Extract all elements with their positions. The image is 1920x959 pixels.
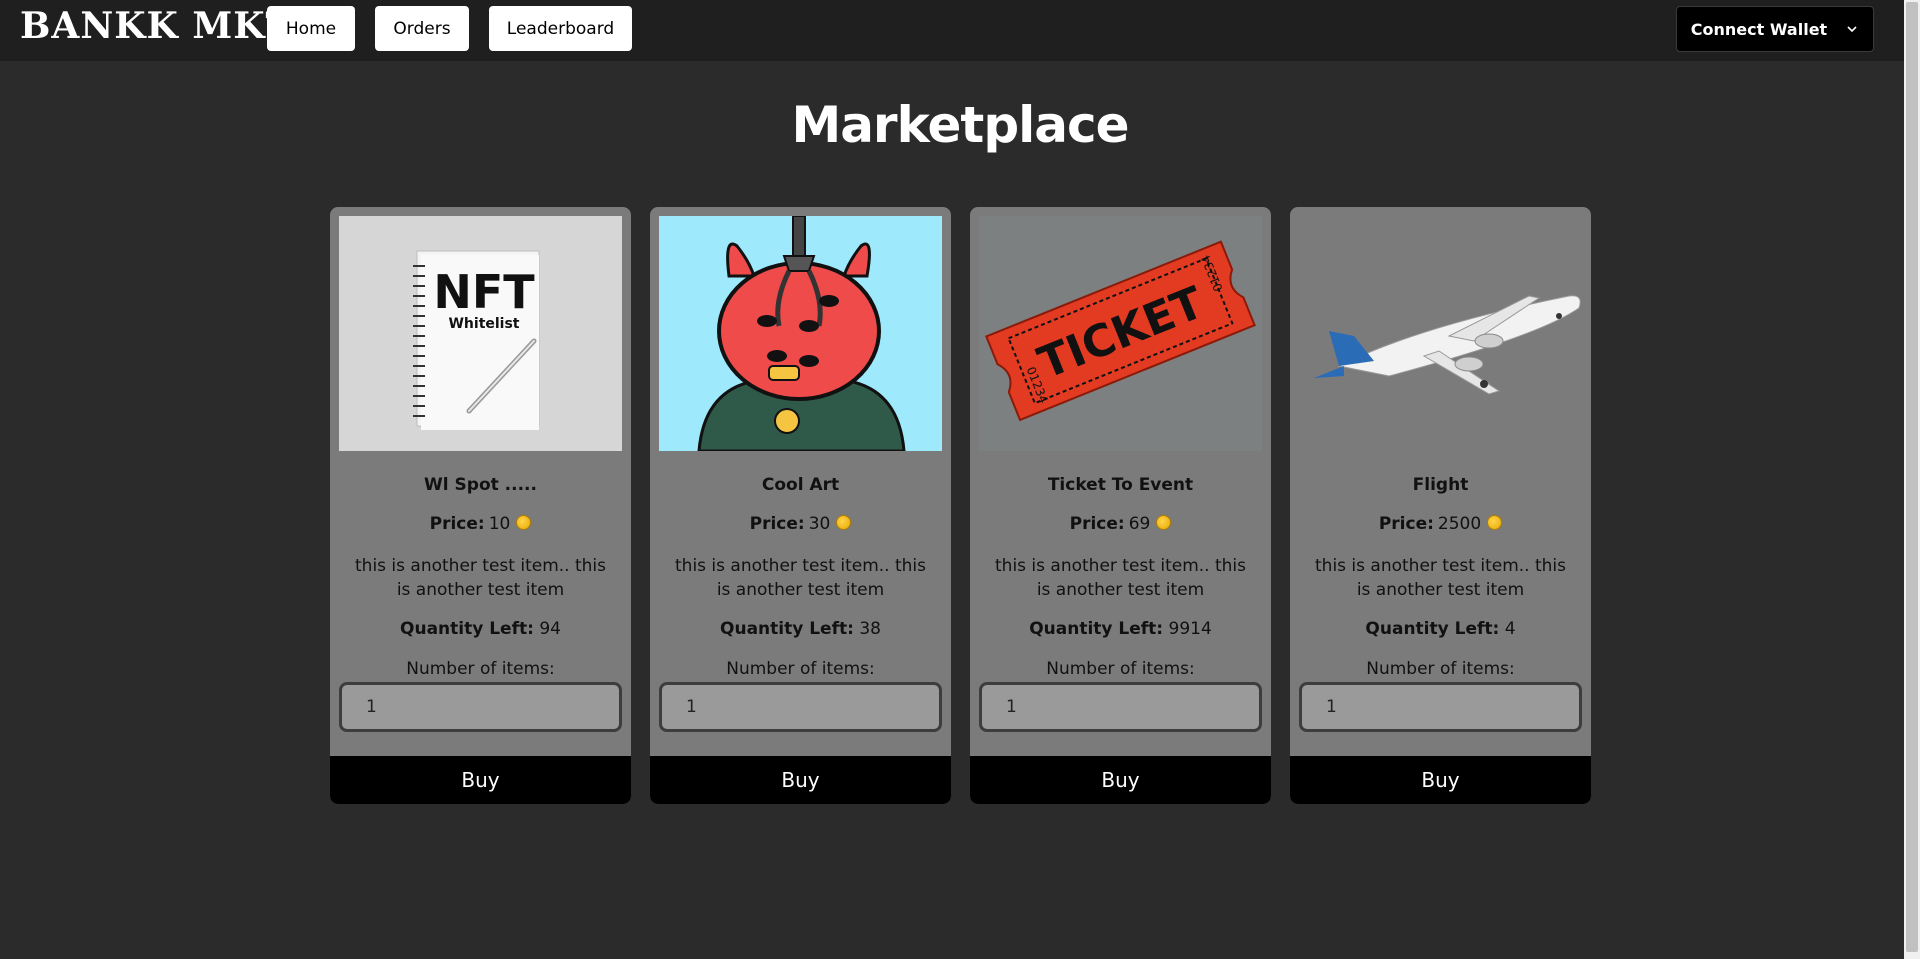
price-value: 10 — [488, 514, 511, 534]
coin-icon — [836, 514, 852, 530]
quantity-left-label: Quantity Left: — [1029, 619, 1164, 639]
svg-text:NFT: NFT — [433, 265, 535, 319]
buy-button[interactable]: Buy — [330, 756, 631, 804]
quantity-left-row: Quantity Left: 4 — [1290, 619, 1591, 639]
quantity-left-label: Quantity Left: — [720, 619, 854, 639]
quantity-left-label: Quantity Left: — [1365, 619, 1500, 639]
quantity-left-row: Quantity Left: 38 — [650, 619, 951, 639]
product-image-airplane — [1299, 216, 1582, 451]
nav-orders-button[interactable]: Orders — [375, 6, 469, 51]
nav-home-button[interactable]: Home — [267, 6, 355, 51]
product-name: Wl Spot ..... — [424, 475, 537, 495]
page-title: Marketplace — [791, 96, 1129, 154]
price-row: Price: 10 — [330, 514, 631, 534]
nav-leaderboard-button[interactable]: Leaderboard — [489, 6, 632, 51]
product-card: TICKET 01234 01234 Ticket To Event Price… — [970, 207, 1271, 804]
page: BANKK MKT Home Orders Leaderboard Connec… — [0, 0, 1920, 959]
connect-wallet-button[interactable]: Connect Wallet — [1676, 6, 1874, 52]
quantity-left-row: Quantity Left: 9914 — [970, 619, 1271, 639]
quantity-left-value: 38 — [859, 619, 881, 639]
product-image-red-monster-art — [659, 216, 942, 451]
price-row: Price: 69 — [970, 514, 1271, 534]
quantity-input[interactable] — [339, 682, 622, 732]
product-description: this is another test item.. this is anot… — [355, 556, 606, 600]
product-name: Ticket To Event — [1047, 475, 1194, 495]
quantity-left-label: Quantity Left: — [400, 619, 534, 639]
buy-button[interactable]: Buy — [1290, 756, 1591, 804]
navbar: BANKK MKT Home Orders Leaderboard Connec… — [0, 0, 1904, 61]
number-of-items-label: Number of items: — [726, 659, 875, 679]
quantity-left-row: Quantity Left: 94 — [330, 619, 631, 639]
buy-button[interactable]: Buy — [970, 756, 1271, 804]
price-label: Price: — [749, 514, 805, 534]
product-card: NFT Whitelist Wl Spot ..... Price: 10 th… — [330, 207, 631, 804]
price-row: Price: 2500 — [1290, 514, 1591, 534]
quantity-left-value: 94 — [539, 619, 561, 639]
svg-text:Whitelist: Whitelist — [448, 316, 519, 332]
quantity-left-value: 9914 — [1168, 619, 1212, 639]
number-of-items-label: Number of items: — [406, 659, 555, 679]
connect-wallet-label: Connect Wallet — [1690, 19, 1828, 39]
quantity-input[interactable] — [979, 682, 1262, 732]
price-value: 69 — [1128, 514, 1151, 534]
number-of-items-label: Number of items: — [1366, 659, 1515, 679]
app-logo[interactable]: BANKK MKT — [20, 6, 293, 46]
product-name: Flight — [1412, 475, 1469, 495]
product-description: this is another test item.. this is anot… — [995, 556, 1246, 600]
price-label: Price: — [1069, 514, 1125, 534]
price-value: 30 — [808, 514, 831, 534]
product-card: Cool Art Price: 30 this is another test … — [650, 207, 951, 804]
quantity-input[interactable] — [659, 682, 942, 732]
product-name: Cool Art — [761, 475, 840, 495]
product-description: this is another test item.. this is anot… — [1315, 556, 1566, 600]
product-card: Flight Price: 2500 this is another test … — [1290, 207, 1591, 804]
chevron-down-icon — [1847, 26, 1857, 33]
number-of-items-label: Number of items: — [1046, 659, 1195, 679]
coin-icon — [1487, 514, 1503, 530]
product-image-event-ticket: TICKET 01234 01234 — [979, 216, 1262, 451]
quantity-input[interactable] — [1299, 682, 1582, 732]
price-label: Price: — [429, 514, 485, 534]
price-row: Price: 30 — [650, 514, 951, 534]
buy-button[interactable]: Buy — [650, 756, 951, 804]
quantity-left-value: 4 — [1504, 619, 1516, 639]
coin-icon — [516, 514, 532, 530]
product-image-nft-whitelist: NFT Whitelist — [339, 216, 622, 451]
price-label: Price: — [1378, 514, 1434, 534]
coin-icon — [1156, 514, 1172, 530]
price-value: 2500 — [1437, 514, 1482, 534]
product-description: this is another test item.. this is anot… — [675, 556, 926, 600]
